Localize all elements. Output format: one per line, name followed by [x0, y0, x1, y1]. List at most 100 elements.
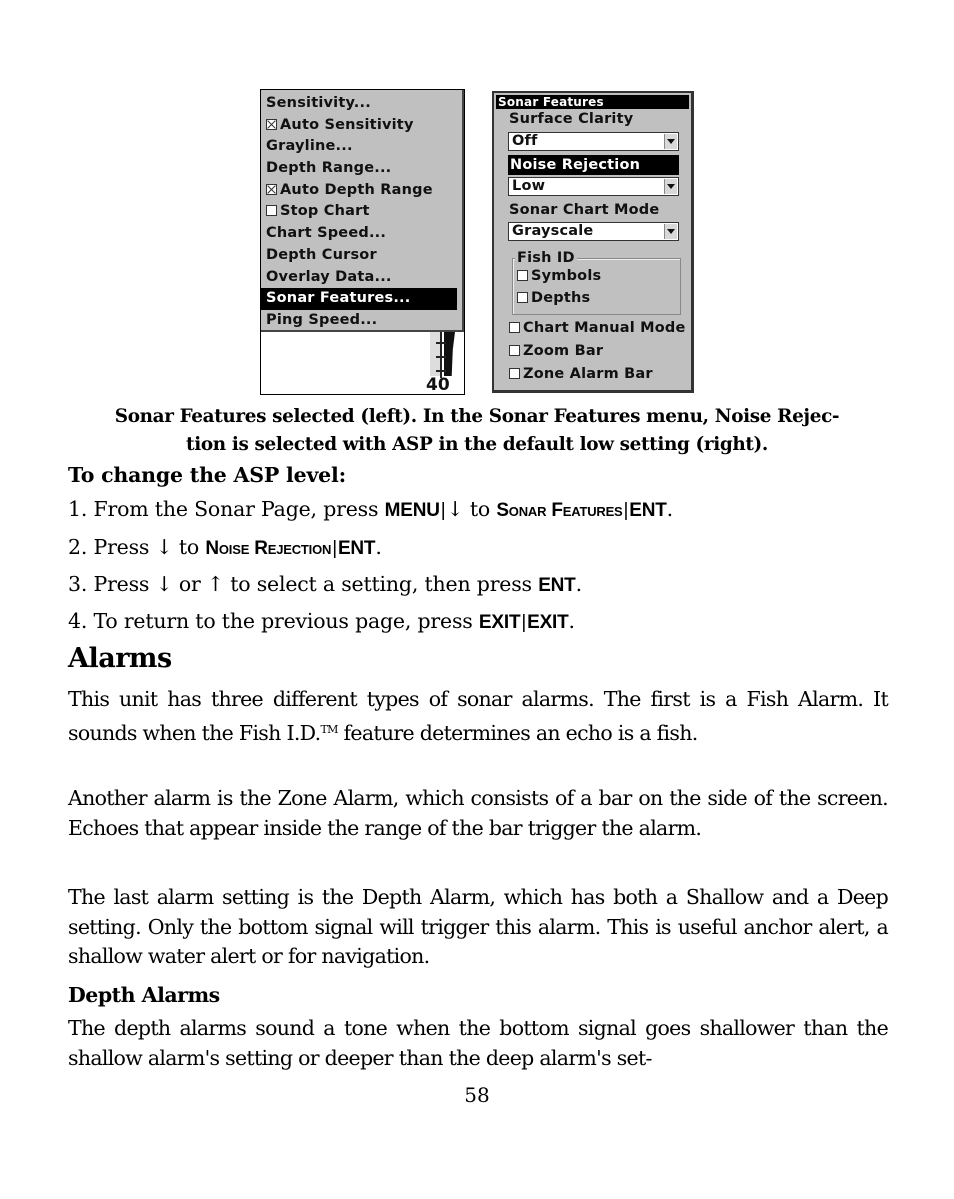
sonar-chart-mode-label: Sonar Chart Mode: [509, 202, 660, 218]
checkbox-icon[interactable]: [517, 292, 528, 303]
step-text: 4. To return to the previous page, press: [68, 609, 479, 633]
checkbox-icon[interactable]: [509, 322, 520, 333]
key-separator: |: [332, 538, 337, 559]
sonar-depth-strip: 40: [426, 332, 456, 394]
key-noise-rejection: Noise Rejection: [205, 538, 332, 559]
checkbox-label: Depths: [531, 290, 591, 306]
dropdown-arrow-icon[interactable]: [664, 134, 677, 149]
menu-item-label: Auto Sensitivity: [280, 116, 414, 133]
step-text: to: [463, 497, 497, 521]
sonar-chart-mode-dropdown[interactable]: Grayscale: [508, 222, 679, 241]
menu-item-depth-range[interactable]: Depth Range...: [261, 158, 462, 180]
alarms-paragraph-3: The last alarm setting is the Depth Alar…: [68, 885, 889, 968]
key-exit: EXIT: [478, 612, 521, 633]
zoom-bar-checkbox[interactable]: Zoom Bar: [509, 341, 603, 361]
menu-item-label: Auto Depth Range: [280, 181, 433, 198]
procedure-step-1: 1. From the Sonar Page, press MENU|↓ to …: [68, 497, 673, 522]
step-text: .: [568, 609, 576, 633]
menu-item-label: Sonar Features...: [266, 290, 411, 307]
sonar-chart-mode-value: Grayscale: [512, 223, 594, 239]
menu-item-sonar-features[interactable]: Sonar Features...: [261, 288, 457, 310]
key-ent: ENT: [337, 538, 376, 559]
zone-alarm-bar-checkbox[interactable]: Zone Alarm Bar: [509, 364, 653, 384]
noise-rejection-dropdown[interactable]: Low: [508, 177, 679, 196]
checkbox-label: Zone Alarm Bar: [523, 366, 653, 382]
figure-caption: Sonar Features selected (left). In the S…: [60, 403, 894, 459]
menu-item-chart-speed[interactable]: Chart Speed...: [261, 223, 462, 245]
procedure-step-3: 3. Press ↓ or ↑ to select a setting, the…: [68, 572, 582, 597]
key-ent: ENT: [538, 575, 576, 596]
fish-id-symbols-checkbox[interactable]: Symbols: [517, 266, 601, 286]
key-exit: EXIT: [527, 612, 569, 633]
procedure-heading: To change the ASP level:: [68, 463, 346, 487]
procedure-step-4: 4. To return to the previous page, press…: [68, 609, 575, 634]
menu-item-stop-chart[interactable]: Stop Chart: [261, 201, 462, 223]
menu-item-overlay-data[interactable]: Overlay Data...: [261, 267, 462, 289]
arrow-down-icon: ↓: [155, 572, 173, 596]
alarms-paragraph-2: Another alarm is the Zone Alarm, which c…: [68, 786, 889, 840]
depth-scale-tick: [436, 356, 446, 358]
noise-rejection-value: Low: [512, 178, 546, 194]
key-separator: |: [440, 500, 446, 521]
key-ent: ENT: [629, 500, 667, 521]
depth-scale-tick: [436, 370, 446, 372]
step-text: 2. Press: [68, 535, 156, 559]
checkbox-label: Zoom Bar: [523, 343, 604, 359]
step-text: .: [575, 572, 583, 596]
step-text: 1. From the Sonar Page, press: [68, 497, 385, 521]
step-text: or: [172, 572, 207, 596]
menu-item-label: Depth Range...: [266, 160, 392, 177]
menu-item-depth-cursor[interactable]: Depth Cursor: [261, 245, 462, 267]
menu-item-label: Ping Speed...: [266, 311, 378, 328]
step-text: .: [666, 497, 674, 521]
fish-id-label: Fish ID: [515, 249, 577, 267]
menu-item-auto-sensitivity[interactable]: Auto Sensitivity: [261, 115, 462, 137]
checkbox-icon[interactable]: [509, 345, 520, 356]
arrow-down-icon: ↓: [155, 535, 173, 559]
menu-item-auto-depth-range[interactable]: Auto Depth Range: [261, 180, 462, 202]
caption-line: Sonar Features selected (left). In the S…: [114, 406, 840, 427]
step-text: to: [172, 535, 206, 559]
fish-id-depths-checkbox[interactable]: Depths: [517, 288, 590, 308]
sonar-menu: Sensitivity... Auto Sensitivity Grayline..…: [261, 90, 464, 332]
paragraph-text: feature determines an echo is a fish.: [337, 720, 699, 745]
sonar-menu-screenshot: Sensitivity... Auto Sensitivity Grayline..…: [260, 89, 465, 395]
depth-alarms-heading: Depth Alarms: [68, 983, 220, 1007]
section-heading-alarms: Alarms: [68, 643, 172, 674]
arrow-down-icon: ↓: [446, 497, 464, 521]
menu-item-label: Grayline...: [266, 138, 353, 155]
arrow-up-icon: ↑: [206, 572, 224, 596]
menu-item-label: Sensitivity...: [266, 95, 371, 111]
surface-clarity-dropdown[interactable]: Off: [508, 132, 679, 151]
menu-item-sensitivity[interactable]: Sensitivity...: [261, 93, 462, 115]
checked-checkbox-icon[interactable]: [266, 118, 277, 130]
key-sonar-features: Sonar Features: [496, 500, 623, 521]
menu-item-label: Chart Speed...: [266, 225, 387, 242]
menu-item-grayline[interactable]: Grayline...: [261, 136, 462, 158]
alarms-paragraph-1: This unit has three different types of s…: [68, 685, 889, 748]
menu-item-label: Overlay Data...: [266, 268, 392, 285]
checked-checkbox-icon[interactable]: [266, 183, 277, 195]
key-menu: MENU: [384, 500, 440, 521]
page-number: 58: [464, 1083, 490, 1107]
checkbox-icon[interactable]: [517, 270, 528, 281]
trademark-symbol: TM: [320, 722, 338, 736]
menu-item-ping-speed[interactable]: Ping Speed...: [261, 310, 462, 332]
sonar-features-dialog: Sonar Features Surface Clarity Off Noise…: [492, 91, 694, 393]
step-text: to select a setting, then press: [223, 572, 539, 596]
noise-rejection-label: Noise Rejection: [508, 155, 679, 175]
checkbox-label: Symbols: [531, 268, 602, 284]
surface-clarity-label: Surface Clarity: [509, 111, 634, 127]
menu-item-label: Stop Chart: [280, 203, 370, 220]
chart-manual-mode-checkbox[interactable]: Chart Manual Mode: [509, 318, 686, 338]
dialog-title: Sonar Features: [496, 95, 689, 109]
dropdown-arrow-icon[interactable]: [664, 224, 677, 239]
depth-alarms-paragraph: The depth alarms sound a tone when the b…: [68, 1016, 889, 1070]
caption-line: tion is selected with ASP in the default…: [186, 434, 768, 455]
menu-item-label: Depth Cursor: [266, 246, 377, 263]
checkbox-icon[interactable]: [509, 368, 520, 379]
dropdown-arrow-icon[interactable]: [664, 179, 677, 194]
checkbox-label: Chart Manual Mode: [523, 320, 686, 336]
checkbox-icon[interactable]: [266, 205, 277, 217]
depth-scale-label: 40: [426, 375, 450, 395]
